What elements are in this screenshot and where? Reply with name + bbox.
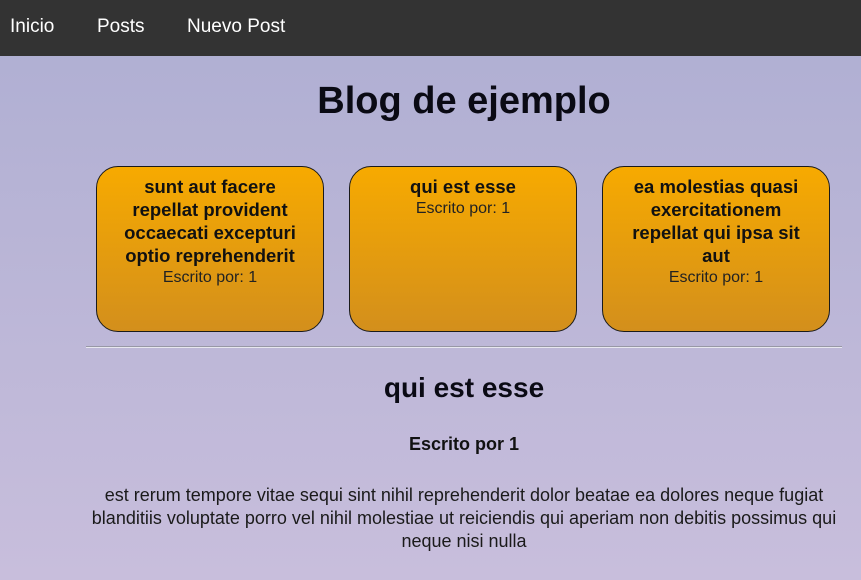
post-card-title: ea molestias quasi exercitationem repell…: [632, 176, 800, 266]
page-title: Blog de ejemplo: [317, 80, 611, 122]
post-card[interactable]: qui est esse Escrito por: 1: [349, 166, 577, 332]
navbar: Inicio Posts Nuevo Post: [0, 0, 861, 56]
post-card[interactable]: ea molestias quasi exercitationem repell…: [602, 166, 830, 332]
nav-link-inicio[interactable]: Inicio: [10, 16, 54, 38]
post-card-author: Escrito por: 1: [668, 269, 764, 286]
nav-link-posts[interactable]: Posts: [97, 16, 145, 38]
section-divider: [86, 346, 842, 348]
post-card-title: sunt aut facere repellat provident occae…: [124, 176, 296, 266]
post-detail-author: Escrito por 1: [408, 434, 520, 454]
nav-link-nuevo-post[interactable]: Nuevo Post: [187, 16, 285, 38]
post-card-author: Escrito por: 1: [162, 269, 258, 286]
post-card[interactable]: sunt aut facere repellat provident occae…: [96, 166, 324, 332]
post-card-title: qui est esse: [410, 176, 516, 197]
post-detail-title: qui est esse: [383, 372, 545, 403]
post-detail-body: est rerum tempore vitae sequi sint nihil…: [91, 485, 837, 551]
post-card-author: Escrito por: 1: [415, 200, 511, 217]
